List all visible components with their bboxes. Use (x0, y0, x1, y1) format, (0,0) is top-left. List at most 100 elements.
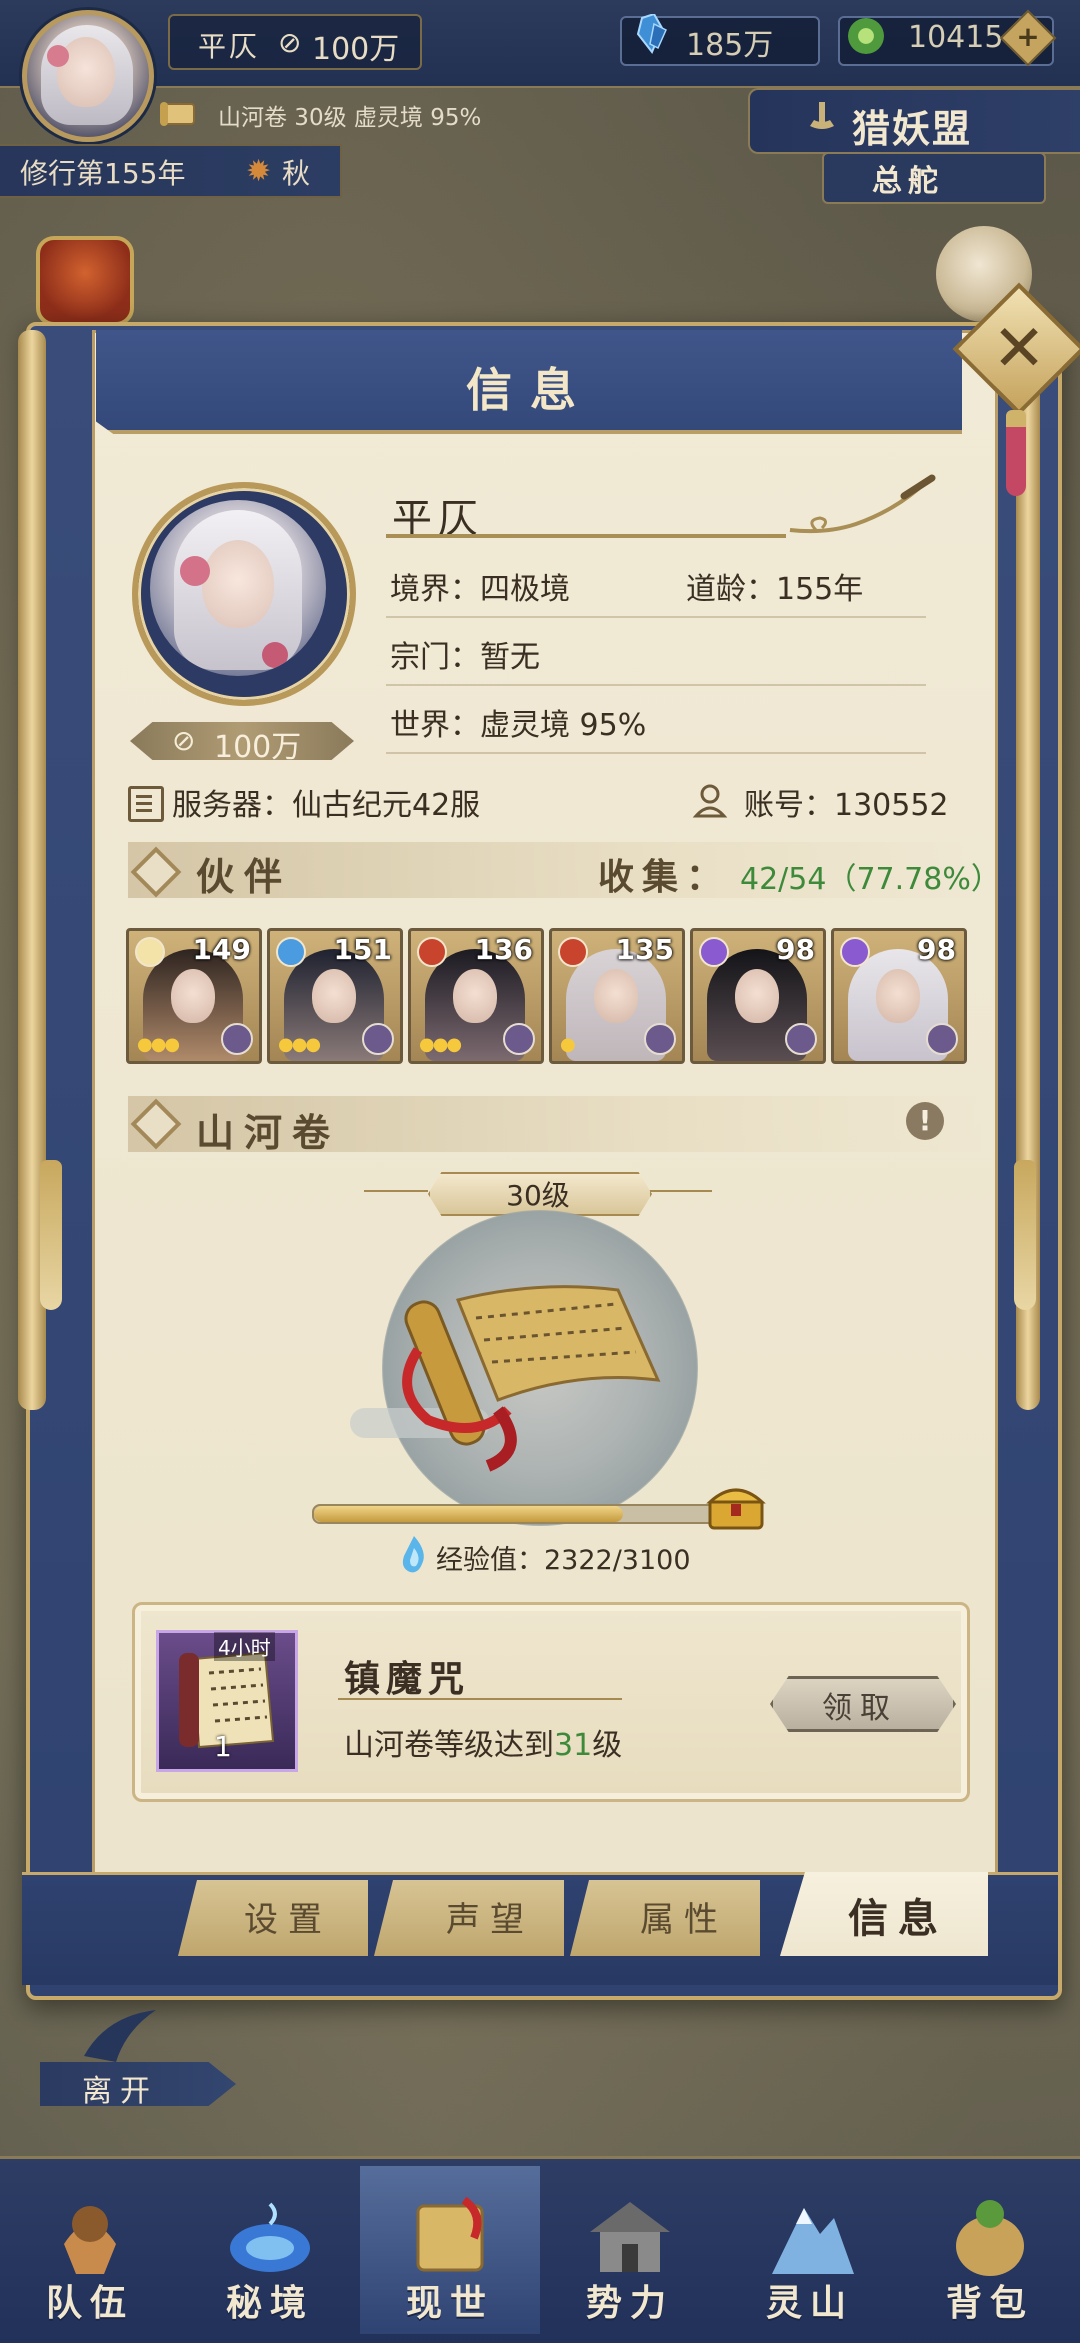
nav-item-faction[interactable]: 势力 (540, 2166, 720, 2334)
gem-amount: 185万 (686, 28, 774, 63)
rank-badge-icon (221, 1023, 253, 1055)
profile-world: 世界：虚灵境 95% (390, 708, 647, 743)
partner-stars: ●●● (137, 1034, 180, 1055)
tassel-right (1014, 1160, 1036, 1310)
level-plate-line (364, 1190, 428, 1192)
nav-item-world[interactable]: 现世 (360, 2166, 540, 2334)
tassel-left (40, 1160, 62, 1310)
scroll-mini-icon (160, 102, 195, 126)
partner-level: 98 (917, 933, 956, 966)
tab-attributes-label[interactable]: 属性 (640, 1892, 728, 1941)
profile-server: 服务器：仙古纪元42服 (172, 788, 481, 823)
jade-coin-icon (848, 18, 884, 54)
collect-label: 收集： (598, 856, 731, 898)
info-icon[interactable]: ! (906, 1102, 944, 1140)
partner-stars: ●●● (419, 1034, 462, 1055)
reward-time-badge: 4小时 (214, 1632, 275, 1661)
crystal-icon (636, 14, 667, 54)
power-icon: ⊘ (278, 26, 302, 59)
close-tassel (1006, 410, 1026, 496)
player-avatar[interactable] (22, 10, 154, 142)
world-icon (416, 2196, 484, 2272)
power-icon: ⊘ (172, 724, 196, 757)
jade-amount: 10415 (908, 20, 1004, 55)
exp-bar-fill (314, 1506, 623, 1522)
nav-item-team[interactable]: 队伍 (0, 2166, 180, 2334)
nav-item-bag[interactable]: 背包 (900, 2166, 1080, 2334)
player-name: 平仄 (198, 30, 261, 63)
element-icon (699, 937, 729, 967)
reward-count: 1 (214, 1730, 232, 1763)
team-icon (64, 2206, 116, 2274)
profile-realm: 境界：四极境 (390, 572, 570, 607)
partner-level: 151 (333, 933, 392, 966)
panel-title: 信息 (466, 363, 594, 417)
profile-sect: 宗门：暂无 (390, 640, 540, 675)
element-icon (417, 937, 447, 967)
element-icon (840, 937, 870, 967)
guild-emblem-icon (810, 102, 834, 129)
partner-level: 136 (474, 933, 533, 966)
collect-value: 42/54（77.78%） (740, 862, 1001, 897)
cultivation-year: 修行第155年 (20, 157, 186, 190)
player-power: 100万 (312, 32, 400, 67)
partner-card[interactable]: 149 ●●● (126, 928, 262, 1064)
close-icon[interactable]: ✕ (972, 302, 1066, 396)
reward-requirement: 山河卷等级达到31级 (344, 1728, 623, 1763)
partner-card[interactable]: 135 ● (549, 928, 685, 1064)
nav-label: 背包 (945, 2282, 1034, 2324)
partner-stars: ● (560, 1034, 576, 1055)
season: 秋 (282, 157, 311, 190)
treasure-chest-icon[interactable] (706, 1482, 766, 1532)
guild-name[interactable]: 猎妖盟 (852, 98, 972, 153)
account-icon (692, 784, 728, 818)
rank-badge-icon (785, 1023, 817, 1055)
player-name-box: 平仄 ⊘ 100万 (168, 14, 422, 70)
profile-avatar[interactable] (150, 500, 326, 676)
brush-icon (789, 474, 936, 534)
blue-flame-icon (402, 1536, 424, 1573)
profile-account: 账号：130552 (744, 788, 949, 823)
level-plate-line (648, 1190, 712, 1192)
reward-name: 镇魔咒 (344, 1658, 471, 1700)
partner-level: 135 (615, 933, 674, 966)
treasure-drum-icon[interactable] (36, 236, 134, 326)
claim-button-label[interactable]: 领取 (770, 1683, 950, 1727)
partner-level: 149 (192, 933, 251, 966)
server-icon (128, 786, 164, 822)
element-icon (558, 937, 588, 967)
reward-name-underline (338, 1698, 622, 1700)
tab-reputation-label[interactable]: 声望 (446, 1892, 534, 1941)
nav-item-secret-realm[interactable]: 秘境 (180, 2166, 360, 2334)
partner-card[interactable]: 98 (690, 928, 826, 1064)
rank-badge-icon (362, 1023, 394, 1055)
name-underline (386, 534, 786, 538)
mountain-river-scroll-icon[interactable] (388, 1260, 688, 1480)
bag-icon (956, 2200, 1024, 2276)
nav-label: 势力 (585, 2282, 674, 2324)
rank-badge-icon (644, 1023, 676, 1055)
row-divider (386, 752, 926, 754)
nav-item-spirit-mountain[interactable]: 灵山 (720, 2166, 900, 2334)
element-icon (276, 937, 306, 967)
spirit-mountain-icon (772, 2208, 854, 2274)
profile-power: 100万 (214, 730, 302, 765)
partner-card[interactable]: 151 ●●● (267, 928, 403, 1064)
leave-label[interactable]: 离开 (82, 2066, 158, 2110)
partner-level: 98 (776, 933, 815, 966)
leave-icon[interactable] (76, 2006, 160, 2066)
element-icon (135, 937, 165, 967)
player-sub-info: 山河卷 30级 虚灵境 95% (218, 105, 482, 131)
tab-settings-label[interactable]: 设置 (244, 1892, 332, 1941)
row-divider (386, 616, 926, 618)
maple-leaf-icon: ✹ (246, 154, 272, 189)
row-divider (386, 684, 926, 686)
tab-info-label[interactable]: 信息 (848, 1886, 948, 1944)
partner-card[interactable]: 98 (831, 928, 967, 1064)
rank-badge-icon (503, 1023, 535, 1055)
partner-card[interactable]: 136 ●●● (408, 928, 544, 1064)
exp-readout: 经验值：2322/3100 (436, 1545, 691, 1576)
secret-realm-icon (230, 2202, 310, 2272)
guild-hq-label[interactable]: 总舵 (872, 156, 944, 200)
partner-stars: ●●● (278, 1034, 321, 1055)
